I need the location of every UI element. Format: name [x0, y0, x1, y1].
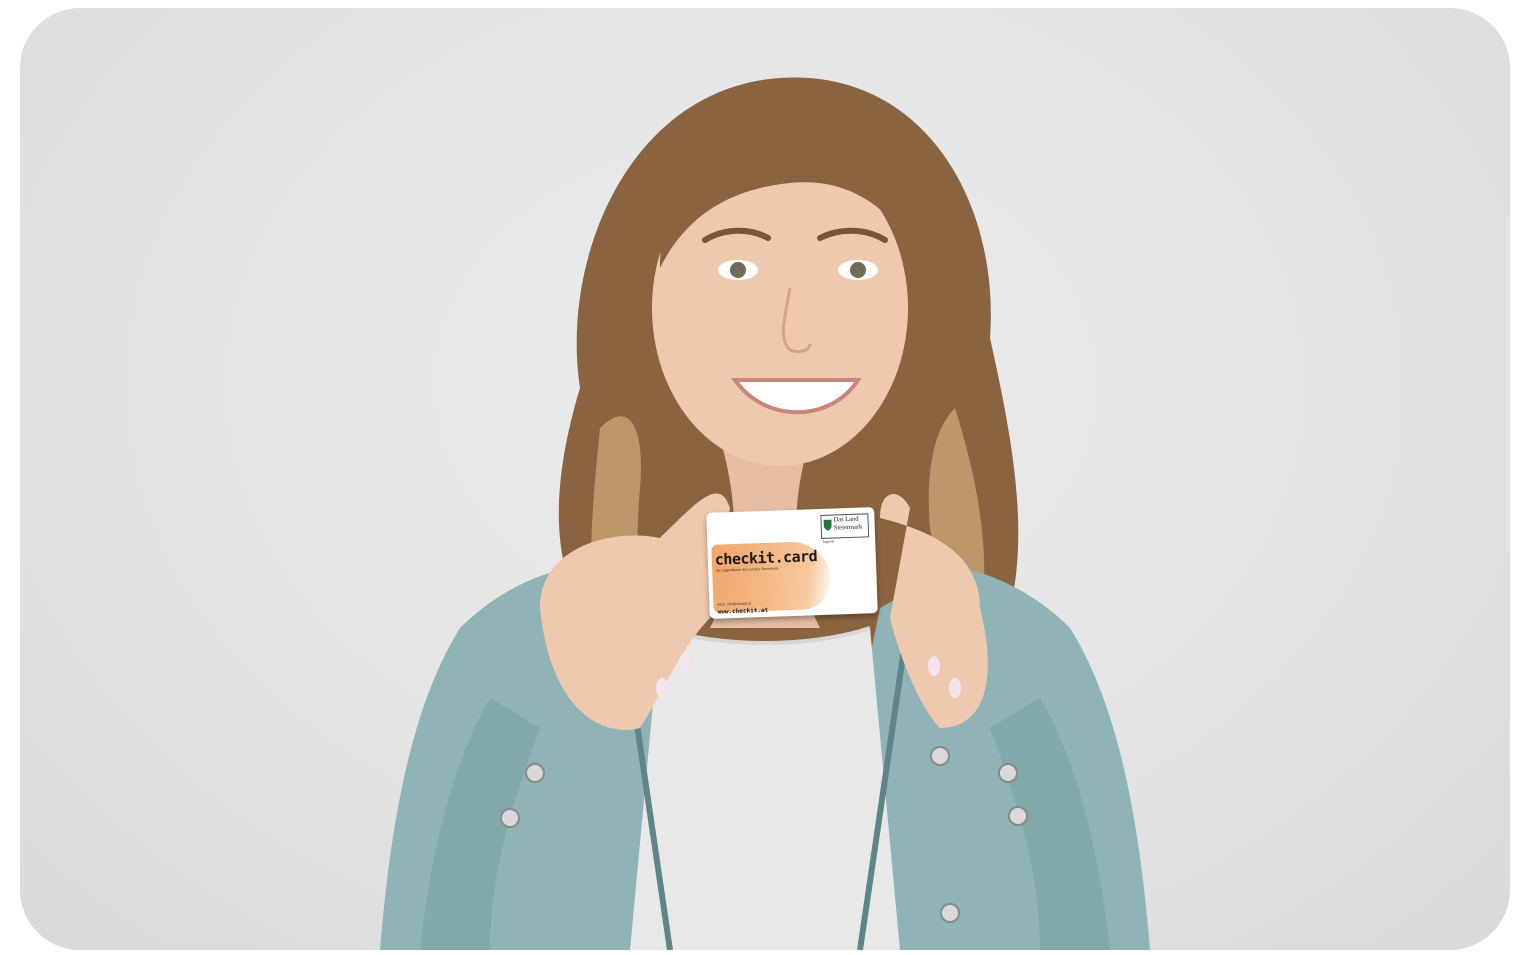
- jacket-button: [940, 903, 960, 923]
- card-title: checkit.card: [714, 547, 818, 569]
- jacket-button: [930, 746, 950, 766]
- steiermark-logo: Das Land Steiermark Jugend: [820, 513, 870, 544]
- crest-icon: [823, 519, 832, 531]
- logo-sub: Jugend: [822, 539, 834, 544]
- jacket-button: [500, 808, 520, 828]
- jacket-button: [1008, 806, 1028, 826]
- jacket-button: [525, 763, 545, 783]
- photo-scene: [380, 77, 1150, 950]
- white-top: [630, 628, 900, 950]
- checkit-card: Das Land Steiermark Jugend checkit.card …: [706, 507, 878, 619]
- jacket-button: [998, 763, 1018, 783]
- card-url: www.checkit.at: [717, 606, 769, 616]
- logo-line2: Steiermark: [833, 523, 863, 532]
- photo-frame: Das Land Steiermark Jugend checkit.card …: [20, 8, 1510, 950]
